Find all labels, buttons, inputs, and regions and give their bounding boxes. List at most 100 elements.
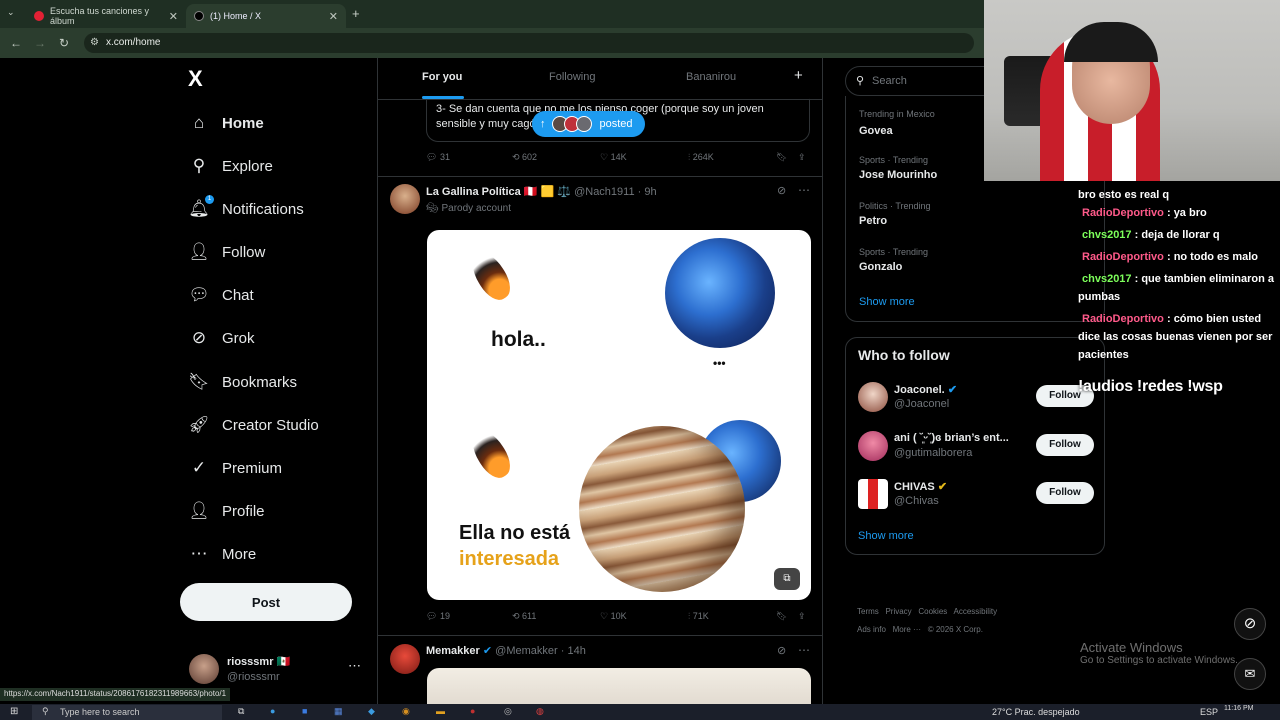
post-button[interactable]: Post [180,583,352,621]
avatar[interactable] [390,184,420,214]
sidebar-item-label: Bookmarks [222,373,298,391]
share-icon[interactable]: ⇪ [798,152,806,163]
bookmark-icon[interactable]: 🔖︎ [776,611,787,622]
more-icon[interactable]: ⋯ [798,183,810,197]
views-button[interactable]: ⫶ 71K [688,611,709,622]
trend-item[interactable]: Sports · Trending Gonzalo [846,244,1104,284]
footer-link-more[interactable]: More ··· [893,625,921,634]
follow-button[interactable]: Follow [1036,482,1094,504]
footer-link-ads-info[interactable]: Ads info [857,625,886,634]
sidebar-item-notifications[interactable]: 🔔︎ 1 Notifications [188,194,304,224]
follow-suggestion[interactable]: Joaconel. ✔ @Joaconel Follow [846,376,1104,420]
footer-link-cookies[interactable]: Cookies [918,607,947,616]
sidebar-item-bookmarks[interactable]: 🔖︎ Bookmarks [188,367,297,397]
footer-link-accessibility[interactable]: Accessibility [954,607,998,616]
follow-suggestion[interactable]: ani ( ˘͈ᵕ˘͈)ɞ brian’s ent... @gutimalbor… [846,425,1104,469]
tweet[interactable]: La Gallina Política 🇵🇪 🟨 ⚖️ @Nach1911 · … [378,177,822,635]
x-logo-icon[interactable]: X [188,66,203,92]
sidebar-item-more[interactable]: ⋯ More [188,539,257,569]
tab-for-you[interactable]: For you [422,71,462,83]
task-view-icon[interactable]: ⧉ [238,706,244,717]
reply-button[interactable]: 💬︎ 31 [426,152,450,163]
tweet[interactable]: Memakker ✔ @Memakker · 14h ⊘ ⋯ [378,636,822,710]
share-icon[interactable]: ⇪ [798,611,806,622]
like-button[interactable]: ♡ 10K [600,611,627,622]
weather-text[interactable]: 27°C Prac. despejado [992,707,1080,717]
more-icon: ⋯ [190,544,208,563]
grok-icon[interactable]: ⊘ [777,184,786,197]
forward-arrow-icon[interactable]: → [28,36,52,50]
views-button[interactable]: ⫶ 264K [688,152,714,163]
close-icon[interactable]: ✕ [329,10,338,23]
tab-x-home[interactable]: (1) Home / X ✕ [186,4,346,28]
add-tab-button[interactable]: + [794,67,803,84]
back-arrow-icon[interactable]: ← [4,36,28,50]
new-posts-pill[interactable]: ↑ posted [532,111,645,137]
reply-button[interactable]: 💬︎ 19 [426,611,450,622]
chat-message: chvs2017 : que tambien eliminaron a pumb… [1078,273,1274,303]
grok-icon[interactable]: ⊘ [777,644,786,657]
author-handle[interactable]: @Memakker [495,645,558,657]
outlook-icon[interactable]: ■ [302,706,307,716]
like-button[interactable]: ♡ 14K [600,152,627,163]
follow-suggestion[interactable]: CHIVAS ✔ @Chivas Follow [846,473,1104,517]
repost-button[interactable]: ⟲ 611 [512,611,536,622]
author-handle[interactable]: @Nach1911 [574,186,635,198]
show-more-trends-link[interactable]: Show more [859,296,915,308]
follow-button[interactable]: Follow [1036,434,1094,456]
sidebar-item-profile[interactable]: 👤︎ Profile [188,496,265,526]
avatar[interactable] [390,644,420,674]
tab-bananirou[interactable]: Bananirou [686,71,736,83]
grok-fab-icon[interactable]: ⊘ [1234,608,1266,640]
obs-icon[interactable]: ◉ [402,706,410,717]
explorer-icon[interactable]: ▬ [436,706,445,716]
sidebar-item-home[interactable]: ⌂ Home [188,108,264,138]
sidebar-item-premium[interactable]: ✓ Premium [188,453,282,483]
tab-title: (1) Home / X [210,11,262,21]
suggestion-handle: @gutimalborera [894,447,973,459]
messages-fab-icon[interactable]: ✉ [1234,658,1266,690]
store-icon[interactable]: ▦ [334,706,343,717]
taskbar-search-input[interactable]: ⚲ Type here to search [32,705,222,720]
more-icon[interactable]: ⋯ [798,643,810,657]
sidebar-item-explore[interactable]: ⚲ Explore [188,151,273,181]
close-icon[interactable]: ✕ [169,10,178,23]
site-info-icon[interactable]: ⚙ [90,37,99,48]
app-icon[interactable]: ● [470,706,475,716]
sidebar-item-label: Profile [222,502,265,520]
author-name[interactable]: La Gallina Política 🇵🇪 🟨 ⚖️ [426,186,571,198]
trend-item[interactable]: Politics · Trending Petro [846,198,1104,238]
sidebar-item-creator-studio[interactable]: 🚀︎ Creator Studio [188,410,319,440]
rocket-icon: 🚀︎ [188,415,210,434]
tab-following[interactable]: Following [549,71,595,83]
tweet-time[interactable]: 9h [644,186,656,198]
clock[interactable]: 11:16 PM [1224,705,1253,712]
account-name: riosssmr 🇲🇽 [227,656,291,668]
account-switcher[interactable]: riosssmr 🇲🇽 @riosssmr ⋯ [180,648,380,688]
tab-search-icon[interactable]: ⌄ [7,7,15,18]
address-bar[interactable]: ⚙ x.com/home [84,33,974,53]
bookmark-icon[interactable]: 🔖︎ [776,152,787,163]
edge-icon[interactable]: ● [270,706,275,716]
show-more-follow-link[interactable]: Show more [858,530,914,542]
sidebar-item-label: Notifications [222,200,304,218]
more-icon[interactable]: ⋯ [348,658,361,674]
footer-link-terms[interactable]: Terms [857,607,879,616]
language-indicator[interactable]: ESP [1200,707,1218,717]
new-tab-button[interactable]: + [352,6,360,21]
tweet-time[interactable]: 14h [567,645,585,657]
windows-start-icon[interactable]: ⊞ [10,706,18,717]
image-edit-icon[interactable]: ⧉ [774,568,800,590]
vscode-icon[interactable]: ◆ [368,706,375,717]
sidebar-item-chat[interactable]: 💬︎ Chat [188,280,253,310]
sidebar-item-grok[interactable]: ⊘ Grok [188,323,255,353]
footer-link-privacy[interactable]: Privacy [885,607,911,616]
repost-button[interactable]: ⟲ 602 [512,152,537,163]
app-icon[interactable]: ◎ [504,706,512,717]
author-name[interactable]: Memakker [426,645,480,657]
sidebar-item-follow[interactable]: 👤︎ Follow [188,237,265,267]
tab-spotify[interactable]: Escucha tus canciones y álbum ✕ [26,4,186,28]
reload-icon[interactable]: ↻ [52,36,76,50]
tweet-image[interactable]: hola.. ••• Ella no está interesada ⧉ [427,230,811,600]
chrome-icon[interactable]: ◍ [536,706,544,717]
